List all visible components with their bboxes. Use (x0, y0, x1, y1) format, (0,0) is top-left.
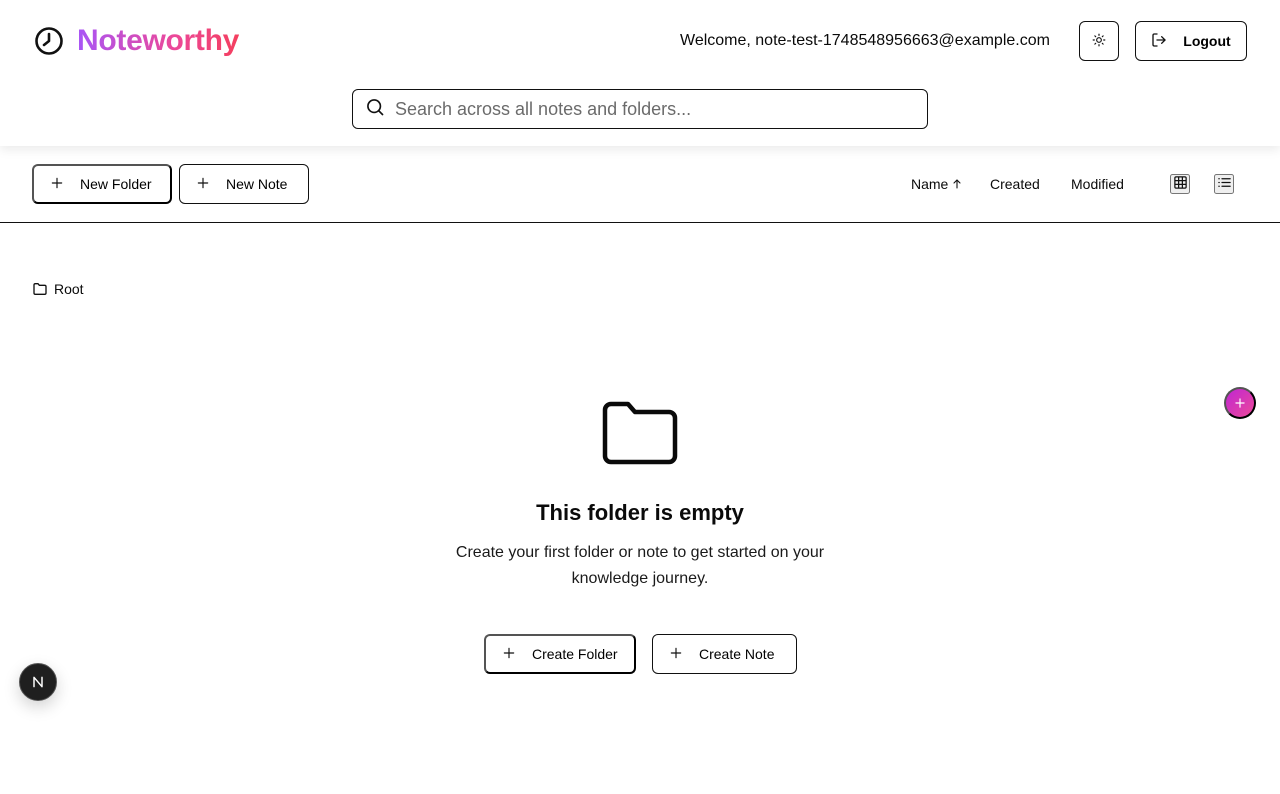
plus-icon (196, 176, 210, 193)
breadcrumb-root-link[interactable]: Root (54, 281, 84, 297)
welcome-text: Welcome, note-test-1748548956663@example… (680, 32, 1050, 49)
search-input[interactable] (395, 98, 895, 120)
new-note-button[interactable]: New Note (179, 164, 309, 204)
create-folder-label: Create Folder (532, 646, 618, 662)
search-bar[interactable] (352, 89, 928, 129)
empty-state-description: Create your first folder or note to get … (455, 544, 825, 587)
folder-icon (32, 281, 48, 297)
toolbar: New Folder New Note Name Created Modifie… (0, 146, 1280, 223)
sort-by-name-button[interactable]: Name (911, 176, 963, 192)
new-folder-label: New Folder (80, 176, 152, 192)
logout-label: Logout (1183, 33, 1231, 49)
arrow-up-icon (951, 178, 963, 190)
create-note-button[interactable]: Create Note (652, 634, 797, 674)
create-folder-button[interactable]: Create Folder (484, 634, 636, 674)
empty-state-title: This folder is empty (536, 500, 744, 525)
app-header: Noteworthy Welcome, note-test-1748548956… (0, 0, 1280, 146)
logout-button[interactable]: Logout (1135, 21, 1247, 61)
new-note-label: New Note (226, 176, 288, 192)
empty-state: This folder is empty Create your first f… (340, 400, 940, 592)
brand[interactable]: Noteworthy (34, 24, 239, 58)
nextjs-logo-icon (30, 674, 46, 690)
grid-view-button[interactable] (1170, 174, 1190, 194)
grid-icon (1173, 175, 1188, 193)
clock-logo-icon (34, 26, 64, 56)
floating-add-button[interactable] (1224, 387, 1256, 419)
sort-name-label: Name (911, 176, 949, 192)
plus-icon (50, 176, 64, 193)
sort-by-created-button[interactable]: Created (990, 176, 1040, 192)
new-folder-button[interactable]: New Folder (32, 164, 172, 204)
plus-icon (1233, 396, 1247, 410)
sun-icon (1092, 33, 1106, 50)
folder-icon (340, 400, 940, 468)
plus-icon (669, 646, 683, 663)
breadcrumb: Root (32, 281, 84, 297)
theme-toggle-button[interactable] (1079, 21, 1119, 61)
search-icon (365, 97, 385, 122)
logout-icon (1151, 32, 1167, 51)
create-note-label: Create Note (699, 646, 775, 662)
list-icon (1217, 175, 1232, 193)
nextjs-dev-badge[interactable] (19, 663, 57, 701)
app-name: Noteworthy (77, 24, 240, 57)
plus-icon (502, 646, 516, 663)
sort-by-modified-button[interactable]: Modified (1071, 176, 1124, 192)
list-view-button[interactable] (1214, 174, 1234, 194)
